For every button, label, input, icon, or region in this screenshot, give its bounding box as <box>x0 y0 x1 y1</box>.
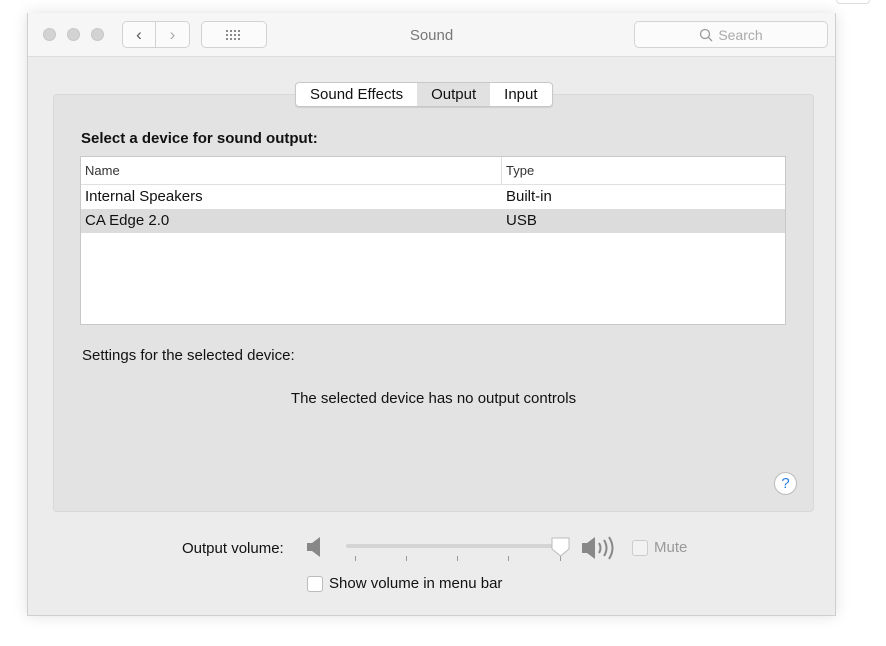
tab-input[interactable]: Input <box>490 83 551 106</box>
table-row[interactable]: Internal Speakers Built-in <box>81 185 785 209</box>
window-edge <box>836 0 870 4</box>
tab-sound-effects[interactable]: Sound Effects <box>296 83 417 106</box>
settings-label: Settings for the selected device: <box>82 347 295 364</box>
speaker-low-icon <box>307 537 320 557</box>
search-field[interactable]: Search <box>634 21 828 48</box>
no-controls-message: The selected device has no output contro… <box>290 390 577 407</box>
mute-label: Mute <box>654 539 688 556</box>
column-header-name[interactable]: Name <box>81 157 502 184</box>
slider-tick <box>406 556 407 561</box>
slider-tick <box>457 556 458 561</box>
column-header-type[interactable]: Type <box>502 157 534 184</box>
slider-tick <box>508 556 509 561</box>
mute-checkbox[interactable]: Mute <box>632 539 687 556</box>
sound-preferences-window: ‹ › Sound Search Sound Effects Output In… <box>27 13 836 616</box>
show-volume-checkbox-box[interactable] <box>307 575 323 592</box>
output-panel: Select a device for sound output: Name T… <box>53 94 814 512</box>
output-volume-label: Output volume: <box>182 540 284 557</box>
show-volume-checkbox[interactable]: Show volume in menu bar <box>307 575 502 592</box>
search-placeholder: Search <box>718 26 763 43</box>
volume-slider-thumb[interactable] <box>551 537 570 557</box>
device-table: Name Type Internal Speakers Built-in CA … <box>80 156 786 325</box>
title-bar: ‹ › Sound Search <box>28 13 835 57</box>
search-icon <box>700 28 713 41</box>
table-row[interactable]: CA Edge 2.0 USB <box>81 209 785 233</box>
mute-checkbox-box[interactable] <box>632 539 648 556</box>
volume-slider[interactable] <box>346 544 561 548</box>
tab-bar: Sound Effects Output Input <box>295 82 553 107</box>
device-type: Built-in <box>506 188 552 205</box>
device-name: Internal Speakers <box>85 188 203 205</box>
help-button[interactable]: ? <box>774 472 797 495</box>
speaker-high-icon <box>582 536 614 560</box>
show-volume-label: Show volume in menu bar <box>329 575 503 592</box>
device-name: CA Edge 2.0 <box>85 212 170 229</box>
device-heading: Select a device for sound output: <box>81 130 318 147</box>
device-type: USB <box>506 212 537 229</box>
table-header: Name Type <box>81 157 785 185</box>
slider-tick <box>355 556 356 561</box>
tab-output[interactable]: Output <box>417 83 491 106</box>
